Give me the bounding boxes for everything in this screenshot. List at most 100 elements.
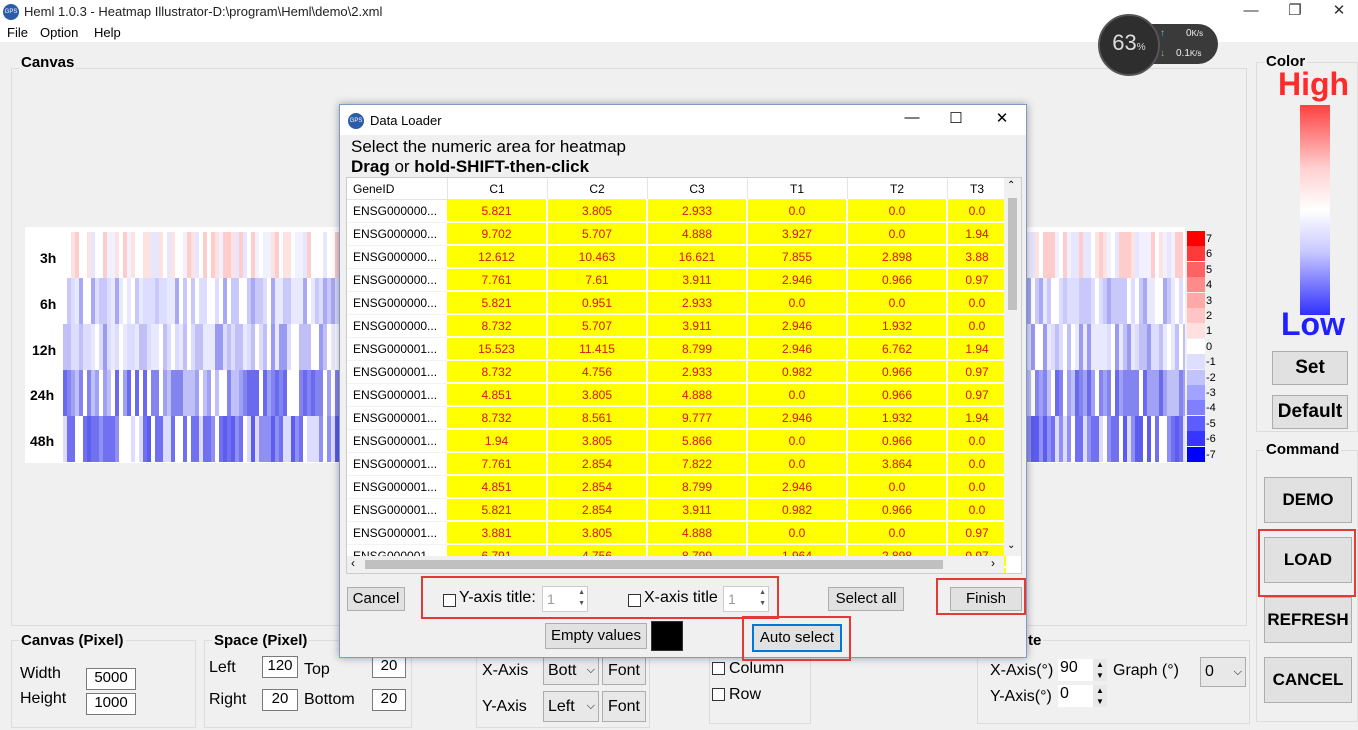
menu-help[interactable]: Help [94, 25, 121, 40]
value-cell[interactable]: 0.0 [947, 291, 1008, 315]
value-cell[interactable]: 0.966 [847, 360, 948, 384]
value-cell[interactable]: 2.854 [547, 498, 648, 522]
column-header[interactable]: T2 [847, 178, 948, 200]
value-cell[interactable]: 5.821 [447, 498, 548, 522]
gene-id-cell[interactable]: ENSG000000... [347, 314, 447, 338]
value-cell[interactable]: 0.0 [847, 521, 948, 545]
value-cell[interactable]: 3.881 [447, 521, 548, 545]
value-cell[interactable]: 0.97 [947, 268, 1008, 292]
value-cell[interactable]: 0.0 [847, 222, 948, 246]
value-cell[interactable]: 2.854 [547, 475, 648, 499]
value-cell[interactable]: 0.0 [847, 291, 948, 315]
value-cell[interactable]: 0.0 [747, 291, 848, 315]
value-cell[interactable]: 0.97 [947, 360, 1008, 384]
value-cell[interactable]: 0.0 [747, 199, 848, 223]
value-cell[interactable]: 0.966 [847, 268, 948, 292]
finish-button[interactable]: Finish [950, 587, 1022, 611]
dialog-minimize-icon[interactable]: — [892, 109, 932, 126]
gene-id-cell[interactable]: ENSG000001... [347, 406, 447, 430]
value-cell[interactable]: 7.61 [547, 268, 648, 292]
value-cell[interactable]: 3.88 [947, 245, 1008, 269]
graph-rotate-select[interactable]: 0 ⌵ [1200, 657, 1246, 687]
y-rotate-spinner[interactable]: ▲ ▼ [1093, 685, 1107, 707]
gene-id-cell[interactable]: ENSG000001... [347, 521, 447, 545]
table-row[interactable]: ENSG000001... 7.761 2.854 7.822 0.0 3.864 0.0 [347, 452, 1008, 476]
value-cell[interactable]: 5.821 [447, 199, 548, 223]
value-cell[interactable]: 0.966 [847, 383, 948, 407]
value-cell[interactable]: 10.463 [547, 245, 648, 269]
scroll-right-icon[interactable]: › [991, 556, 995, 570]
gene-id-cell[interactable]: ENSG000000... [347, 222, 447, 246]
value-cell[interactable]: 4.851 [447, 383, 548, 407]
value-cell[interactable]: 8.732 [447, 406, 548, 430]
value-cell[interactable]: 8.799 [647, 475, 748, 499]
menu-file[interactable]: File [7, 25, 28, 40]
gene-id-cell[interactable]: ENSG000001... [347, 337, 447, 361]
gene-id-cell[interactable]: ENSG000000... [347, 199, 447, 223]
value-cell[interactable]: 0.0 [747, 452, 848, 476]
width-input[interactable]: 5000 [86, 668, 136, 690]
value-cell[interactable]: 4.756 [547, 360, 648, 384]
value-cell[interactable]: 6.762 [847, 337, 948, 361]
table-row[interactable]: ENSG000001... 5.821 2.854 3.911 0.982 0.966 0.… [347, 498, 1008, 522]
refresh-button[interactable]: REFRESH [1264, 597, 1352, 643]
x-axis-title-checkbox[interactable] [628, 594, 641, 607]
value-cell[interactable]: 3.805 [547, 199, 648, 223]
gene-id-cell[interactable]: ENSG000000... [347, 245, 447, 269]
value-cell[interactable]: 0.0 [747, 429, 848, 453]
row-checkbox[interactable] [712, 688, 725, 701]
empty-values-button[interactable]: Empty values [545, 623, 647, 649]
value-cell[interactable]: 2.854 [547, 452, 648, 476]
value-cell[interactable]: 2.898 [847, 245, 948, 269]
value-cell[interactable]: 12.612 [447, 245, 548, 269]
x-rotate-spinner[interactable]: ▲ ▼ [1093, 659, 1107, 681]
right-input[interactable]: 20 [262, 689, 298, 711]
table-row[interactable]: ENSG000000... 8.732 5.707 3.911 2.946 1.932 0.… [347, 314, 1008, 338]
value-cell[interactable]: 7.761 [447, 268, 548, 292]
table-row[interactable]: ENSG000000... 9.702 5.707 4.888 3.927 0.0 1.94 [347, 222, 1008, 246]
y-rotate-input[interactable]: 0 [1058, 685, 1094, 707]
column-checkbox[interactable] [712, 662, 725, 675]
column-header[interactable]: GeneID [347, 178, 448, 200]
set-button[interactable]: Set [1272, 351, 1348, 385]
value-cell[interactable]: 1.94 [947, 337, 1008, 361]
value-cell[interactable]: 1.94 [947, 406, 1008, 430]
value-cell[interactable]: 1.94 [947, 222, 1008, 246]
value-cell[interactable]: 1.932 [847, 406, 948, 430]
column-header[interactable]: C2 [547, 178, 648, 200]
dialog-cancel-button[interactable]: Cancel [347, 587, 405, 611]
table-row[interactable]: ENSG000001... 8.732 8.561 9.777 2.946 1.932 1.… [347, 406, 1008, 430]
table-row[interactable]: ENSG000000... 12.612 10.463 16.621 7.855 2.89… [347, 245, 1008, 269]
value-cell[interactable]: 7.822 [647, 452, 748, 476]
value-cell[interactable]: 5.707 [547, 314, 648, 338]
value-cell[interactable]: 3.927 [747, 222, 848, 246]
restore-icon[interactable]: ❐ [1272, 0, 1318, 24]
vertical-scrollbar[interactable]: ⌃ ⌄ [1004, 178, 1021, 556]
horizontal-scrollbar[interactable]: ‹ › [347, 556, 1004, 573]
cancel-button[interactable]: CANCEL [1264, 657, 1352, 703]
value-cell[interactable]: 2.946 [747, 314, 848, 338]
table-row[interactable]: ENSG000001... 1.94 3.805 5.866 0.0 0.966 0.0 [347, 429, 1008, 453]
table-row[interactable]: ENSG000001... 3.881 3.805 4.888 0.0 0.0 0.97 [347, 521, 1008, 545]
table-row[interactable]: ENSG000000... 5.821 0.951 2.933 0.0 0.0 0.0 [347, 291, 1008, 315]
value-cell[interactable]: 4.888 [647, 222, 748, 246]
vertical-scroll-thumb[interactable] [1008, 198, 1017, 310]
top-input[interactable]: 20 [372, 656, 406, 678]
empty-values-color-swatch[interactable] [651, 621, 683, 651]
value-cell[interactable]: 0.966 [847, 498, 948, 522]
value-cell[interactable]: 3.911 [647, 268, 748, 292]
value-cell[interactable]: 3.911 [647, 314, 748, 338]
value-cell[interactable]: 4.888 [647, 521, 748, 545]
scroll-up-icon[interactable]: ⌃ [1007, 180, 1015, 191]
value-cell[interactable]: 4.888 [647, 383, 748, 407]
menu-option[interactable]: Option [40, 25, 78, 40]
value-cell[interactable]: 0.982 [747, 498, 848, 522]
column-header[interactable]: T3 [947, 178, 1008, 200]
value-cell[interactable]: 8.799 [647, 337, 748, 361]
x-rotate-input[interactable]: 90 [1058, 659, 1094, 681]
value-cell[interactable]: 0.982 [747, 360, 848, 384]
spinner-arrows-icon[interactable]: ▲ ▼ [759, 587, 766, 609]
dialog-maximize-icon[interactable]: ☐ [936, 109, 976, 127]
value-cell[interactable]: 3.805 [547, 383, 648, 407]
close-icon[interactable]: ✕ [1316, 0, 1358, 24]
